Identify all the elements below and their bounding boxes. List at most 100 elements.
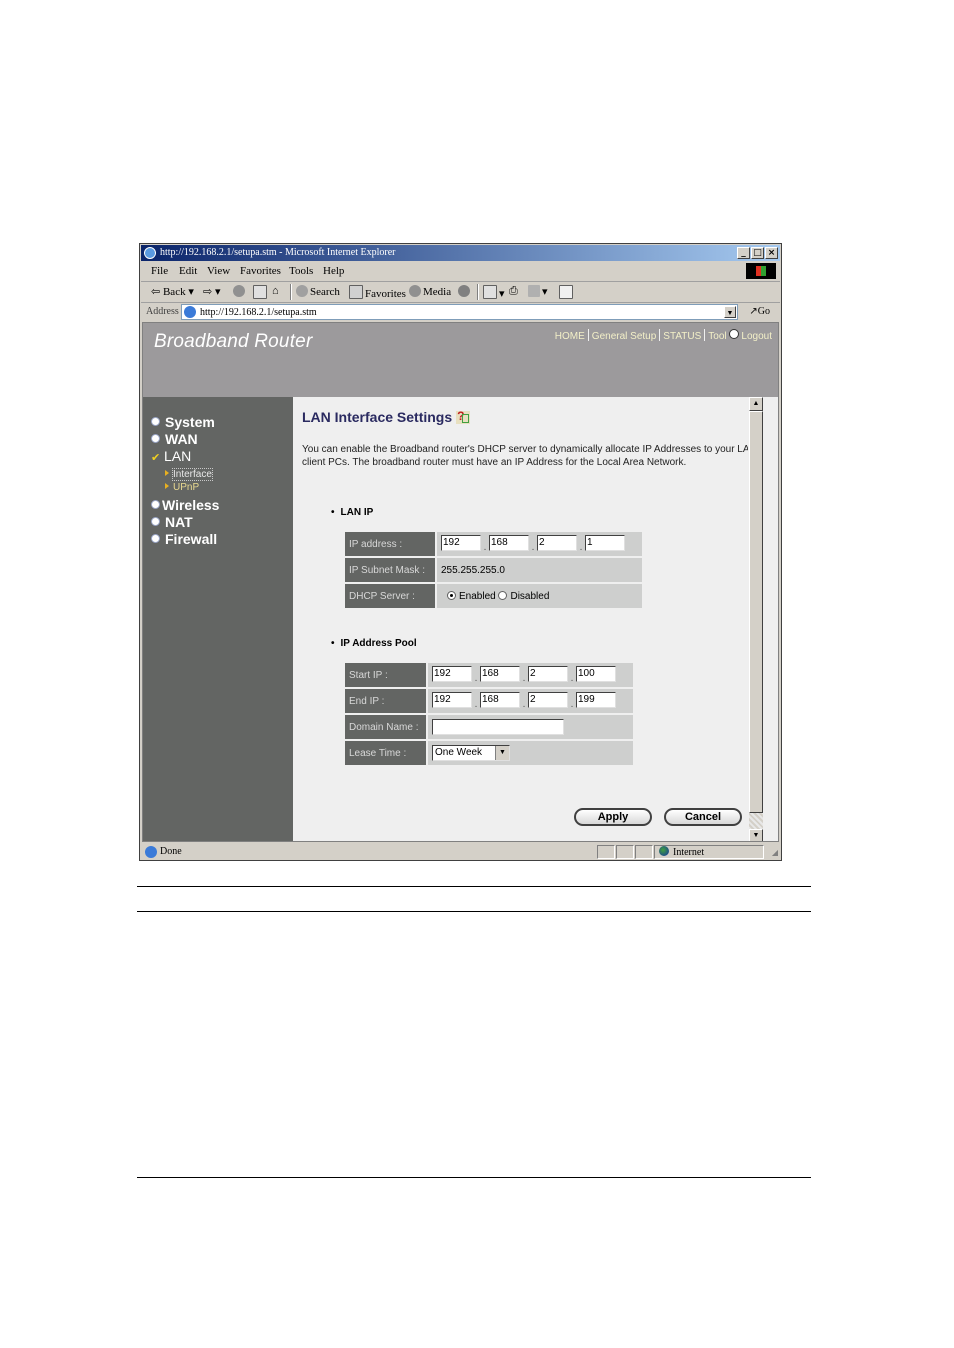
address-label: Address: [146, 306, 179, 317]
bullet-icon: [151, 500, 160, 509]
router-header: Broadband Router HOME General Setup STATUS…: [143, 323, 778, 397]
print-button[interactable]: ⎙: [509, 285, 518, 298]
nav-logout[interactable]: Logout: [741, 331, 772, 342]
go-button[interactable]: ↗Go: [749, 306, 770, 317]
discuss-button[interactable]: [559, 285, 575, 300]
sidebar-item-wireless[interactable]: Wireless: [151, 497, 219, 513]
ie-icon: [144, 247, 156, 259]
sidebar-item-nat[interactable]: NAT: [151, 514, 193, 530]
cancel-button[interactable]: Cancel: [664, 808, 742, 826]
top-nav: HOME General Setup STATUS Tool Logout: [555, 329, 772, 342]
arrow-right-icon: [165, 483, 169, 489]
toolbar: ⇦ Back ▾ ⇨ ▾ ⌂ Search Favorites Media ▾ …: [141, 282, 780, 303]
table-row: Domain Name :: [345, 715, 633, 739]
status-bar: Done Internet ◢: [141, 844, 780, 860]
section-lan-ip: LAN IP: [331, 507, 374, 518]
back-arrow-icon: ⇦: [151, 286, 163, 298]
end-ip-octet-3[interactable]: 2: [528, 692, 568, 709]
history-button[interactable]: [458, 285, 472, 298]
vertical-scrollbar[interactable]: ▲ ▼: [748, 397, 763, 841]
radio-checked-icon: [447, 590, 456, 600]
table-row: IP address : 192. 168. 2. 1: [345, 532, 642, 556]
start-ip-octet-3[interactable]: 2: [528, 666, 568, 683]
home-icon: ⌂: [272, 285, 279, 297]
search-button[interactable]: Search: [296, 285, 340, 298]
address-input[interactable]: http://192.168.2.1/setupa.stm ▼: [181, 304, 738, 320]
minimize-button[interactable]: _: [737, 247, 750, 259]
dhcp-disabled-radio[interactable]: Disabled: [498, 590, 549, 602]
resize-grip-icon[interactable]: ◢: [772, 848, 778, 857]
bullet-icon: [151, 417, 160, 426]
start-ip-label: Start IP :: [345, 663, 428, 687]
edit-button[interactable]: ▾: [528, 285, 548, 298]
start-ip-octet-4[interactable]: 100: [576, 666, 616, 683]
address-bar: Address http://192.168.2.1/setupa.stm ▼ …: [141, 303, 780, 321]
sidebar-item-lan[interactable]: ✔ LAN: [151, 448, 191, 464]
domain-name-input[interactable]: [432, 719, 564, 735]
ip-octet-1[interactable]: 192: [441, 535, 481, 552]
dhcp-enabled-radio[interactable]: Enabled: [447, 590, 496, 602]
end-ip-octet-1[interactable]: 192: [432, 692, 472, 709]
refresh-button[interactable]: [253, 285, 269, 300]
sidebar-item-wan[interactable]: WAN: [151, 431, 198, 447]
help-icon[interactable]: [456, 409, 471, 424]
maximize-button[interactable]: □: [751, 247, 764, 259]
section-ip-pool: IP Address Pool: [331, 638, 417, 649]
forward-arrow-icon: ⇨ ▾: [203, 286, 221, 298]
mail-button[interactable]: ▾: [483, 285, 505, 300]
nav-tool[interactable]: Tool: [708, 331, 726, 342]
close-button[interactable]: ×: [765, 247, 778, 259]
brand-title: Broadband Router: [154, 331, 313, 352]
media-button[interactable]: Media: [409, 285, 451, 298]
scroll-down-icon[interactable]: ▼: [749, 829, 763, 841]
table-row: IP Subnet Mask : 255.255.255.0: [345, 558, 642, 582]
start-ip-octet-2[interactable]: 168: [480, 666, 520, 683]
end-ip-label: End IP :: [345, 689, 428, 713]
sidebar-item-system[interactable]: System: [151, 414, 215, 430]
menu-help[interactable]: Help: [323, 265, 344, 277]
domain-name-label: Domain Name :: [345, 715, 428, 739]
nav-home[interactable]: HOME: [555, 331, 585, 342]
menu-file[interactable]: File: [151, 265, 168, 277]
apply-button[interactable]: Apply: [574, 808, 652, 826]
end-ip-octet-2[interactable]: 168: [480, 692, 520, 709]
scroll-thumb[interactable]: [749, 411, 763, 813]
table-row: Start IP : 192. 168. 2. 100: [345, 663, 633, 687]
sidebar-subitem-upnp[interactable]: UPnP: [165, 482, 199, 493]
favorites-button[interactable]: Favorites: [349, 285, 406, 300]
page-icon: [184, 306, 196, 318]
page-viewport: Broadband Router HOME General Setup STATUS…: [142, 322, 779, 842]
nav-general-setup[interactable]: General Setup: [592, 331, 657, 342]
address-dropdown-icon[interactable]: ▼: [724, 306, 736, 318]
radio-unchecked-icon: [498, 590, 508, 600]
checkmark-icon: ✔: [151, 452, 161, 464]
ip-octet-3[interactable]: 2: [537, 535, 577, 552]
menu-edit[interactable]: Edit: [179, 265, 197, 277]
menu-favorites[interactable]: Favorites: [240, 265, 281, 277]
ip-address-label: IP address :: [345, 532, 437, 556]
nav-status[interactable]: STATUS: [663, 331, 701, 342]
divider: [137, 886, 811, 887]
scroll-up-icon[interactable]: ▲: [749, 397, 763, 411]
start-ip-octet-1[interactable]: 192: [432, 666, 472, 683]
stop-button[interactable]: [233, 285, 247, 298]
end-ip-octet-4[interactable]: 199: [576, 692, 616, 709]
main-content: LAN Interface Settings You can enable th…: [293, 397, 763, 841]
menu-view[interactable]: View: [207, 265, 230, 277]
back-button[interactable]: ⇦ Back ▾: [151, 285, 194, 298]
sidebar-subitem-interface[interactable]: Interface: [165, 468, 213, 481]
forward-button[interactable]: ⇨ ▾: [203, 285, 221, 298]
ip-pool-table: Start IP : 192. 168. 2. 100 End IP : 192. 16…: [345, 661, 633, 767]
go-arrow-icon: ↗: [749, 306, 758, 317]
lease-time-select[interactable]: One Week ▼: [432, 745, 510, 761]
menu-tools[interactable]: Tools: [289, 265, 313, 277]
sidebar-item-firewall[interactable]: Firewall: [151, 531, 217, 547]
bullet-icon: [151, 534, 160, 543]
home-button[interactable]: ⌂: [272, 285, 279, 297]
mail-icon: [483, 285, 497, 299]
window-title: http://192.168.2.1/setupa.stm - Microsof…: [160, 247, 396, 258]
windows-logo-icon: [746, 263, 776, 279]
ip-octet-2[interactable]: 168: [489, 535, 529, 552]
page-description: You can enable the Broadband router's DH…: [302, 444, 757, 468]
ip-octet-4[interactable]: 1: [585, 535, 625, 552]
